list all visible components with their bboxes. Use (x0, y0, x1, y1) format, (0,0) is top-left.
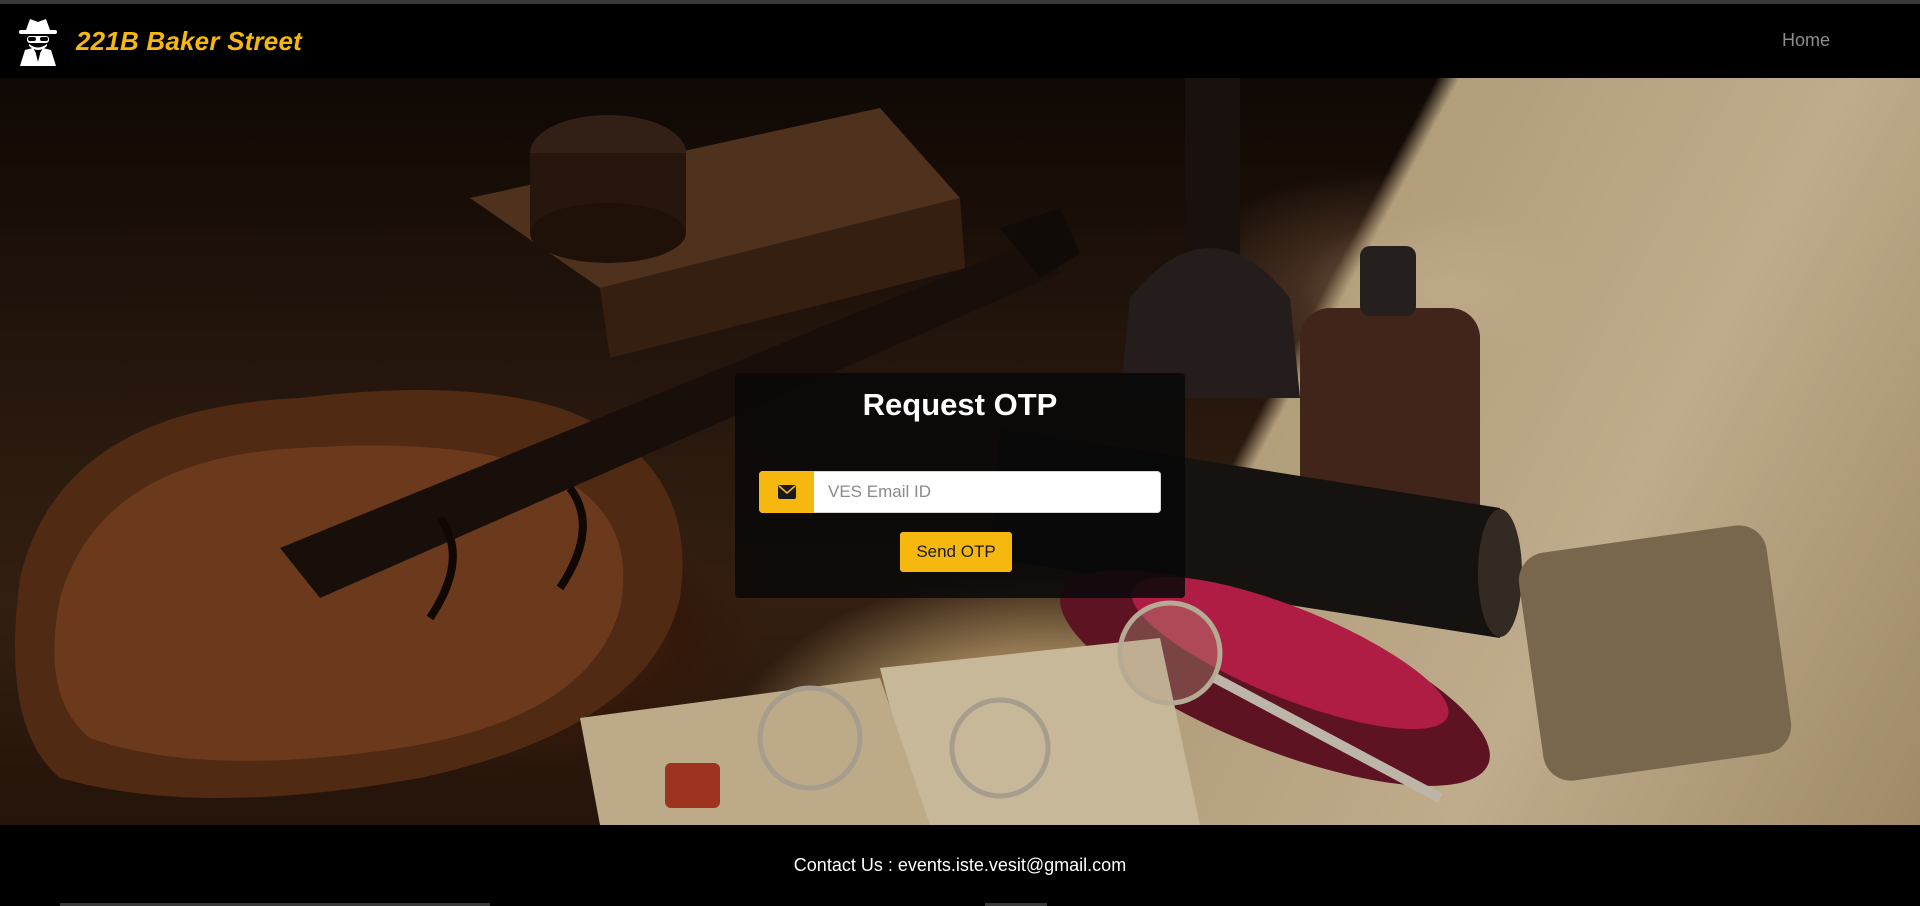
email-input[interactable] (814, 471, 1161, 513)
send-otp-button[interactable]: Send OTP (900, 532, 1012, 572)
detective-icon (19, 19, 57, 66)
card-title: Request OTP (862, 387, 1058, 422)
contact-text: Contact Us : events.iste.vesit@gmail.com (793, 855, 1127, 875)
envelope-icon (777, 485, 796, 499)
nav-home-link[interactable]: Home (1782, 30, 1830, 51)
navbar: 221B Baker Street Home (0, 4, 1920, 78)
brand[interactable]: 221B Baker Street (16, 16, 302, 66)
footer: Contact Us : events.iste.vesit@gmail.com (0, 825, 1920, 906)
envelope-icon-addon (759, 471, 814, 513)
email-input-group (759, 471, 1161, 513)
otp-card: Request OTP Send OTP (735, 373, 1185, 598)
brand-title: 221B Baker Street (76, 25, 302, 56)
